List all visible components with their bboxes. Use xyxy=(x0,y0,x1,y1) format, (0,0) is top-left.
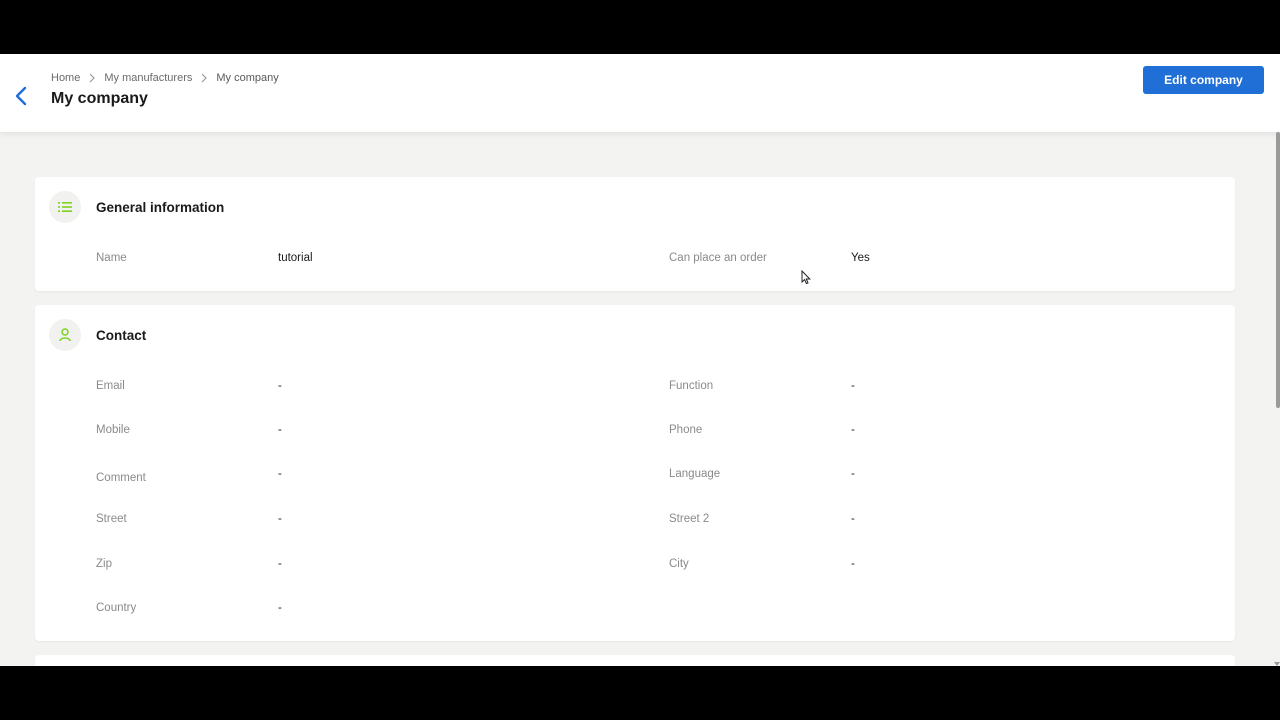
scrollbar-thumb[interactable] xyxy=(1276,132,1280,408)
field-label-can-place-order: Can place an order xyxy=(669,252,767,264)
field-label-comment: Comment xyxy=(96,472,146,484)
back-button[interactable] xyxy=(12,84,30,108)
field-value-street-2: - xyxy=(851,513,855,525)
list-icon xyxy=(49,191,81,223)
chevron-right-icon xyxy=(200,73,208,83)
field-label-phone: Phone xyxy=(669,424,703,436)
breadcrumb-home[interactable]: Home xyxy=(51,72,80,84)
breadcrumb-my-company: My company xyxy=(216,72,279,84)
next-section-card xyxy=(35,655,1235,666)
breadcrumb: Home My manufacturers My company xyxy=(51,72,279,84)
scroll-down-arrow-icon[interactable] xyxy=(1274,662,1280,666)
field-value-name: tutorial xyxy=(278,252,313,264)
field-value-mobile: - xyxy=(278,424,282,436)
person-icon xyxy=(49,319,81,351)
field-label-language: Language xyxy=(669,468,721,480)
field-value-city: - xyxy=(851,558,855,570)
field-value-comment: - xyxy=(278,468,282,480)
field-value-language: - xyxy=(851,468,855,480)
card-title: Contact xyxy=(96,328,147,343)
field-label-country: Country xyxy=(96,602,137,614)
field-label-city: City xyxy=(669,558,689,570)
field-label-function: Function xyxy=(669,380,714,392)
field-label-name: Name xyxy=(96,252,127,264)
card-title: General information xyxy=(96,200,225,215)
edit-company-button[interactable]: Edit company xyxy=(1143,66,1264,94)
field-value-phone: - xyxy=(851,424,855,436)
mouse-cursor-icon xyxy=(801,270,811,285)
field-value-can-place-order: Yes xyxy=(851,252,870,264)
contact-card: Contact Email - Function - Mobile - Phon… xyxy=(35,305,1235,641)
field-label-mobile: Mobile xyxy=(96,424,130,436)
field-label-street-2: Street 2 xyxy=(669,513,710,525)
field-label-zip: Zip xyxy=(96,558,112,570)
field-value-zip: - xyxy=(278,558,282,570)
page-title: My company xyxy=(51,90,148,107)
page-header: Home My manufacturers My company My comp… xyxy=(0,54,1280,132)
field-label-street: Street xyxy=(96,513,127,525)
field-value-function: - xyxy=(851,380,855,392)
field-value-country: - xyxy=(278,602,282,614)
app-viewport: Home My manufacturers My company My comp… xyxy=(0,54,1280,666)
field-value-email: - xyxy=(278,380,282,392)
scrollbar[interactable] xyxy=(1274,132,1280,666)
chevron-left-icon xyxy=(15,86,27,106)
field-label-email: Email xyxy=(96,380,125,392)
breadcrumb-my-manufacturers[interactable]: My manufacturers xyxy=(104,72,192,84)
chevron-right-icon xyxy=(88,73,96,83)
field-value-street: - xyxy=(278,513,282,525)
general-information-card: General information Name tutorial Can pl… xyxy=(35,177,1235,291)
